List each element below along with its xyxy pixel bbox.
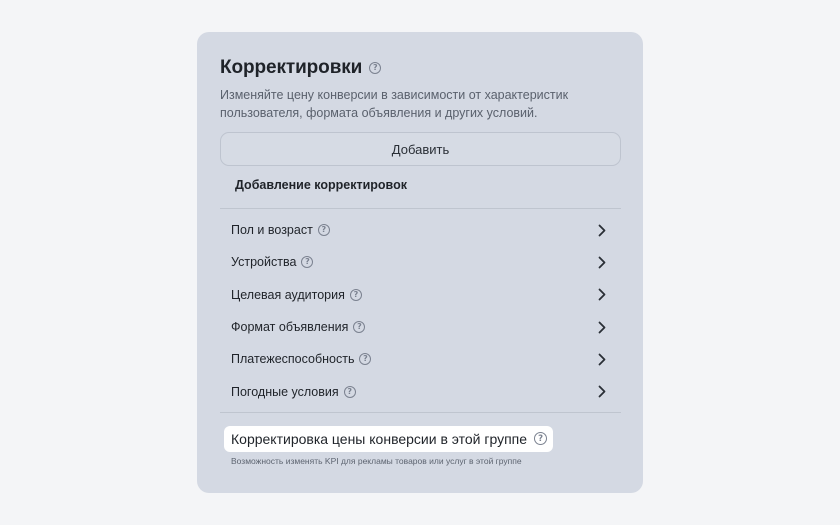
chevron-right-icon	[597, 320, 607, 334]
question-circle-icon[interactable]: ?	[534, 432, 548, 446]
adjustments-card: Корректировки ? Изменяйте цену конверсии…	[197, 32, 643, 493]
chevron-right-icon	[597, 288, 607, 302]
divider	[220, 411, 621, 413]
question-circle-icon[interactable]: ?	[317, 224, 330, 237]
chevron-right-icon	[597, 385, 607, 399]
list-item-label: Пол и возраст	[231, 223, 313, 238]
list-item-ad-format[interactable]: Формат объявления ?	[220, 311, 621, 343]
chevron-right-icon	[597, 223, 607, 237]
list-item-target-audience[interactable]: Целевая аудитория ?	[220, 279, 621, 311]
conversion-adjustment-note: Возможность изменять KPI для рекламы тов…	[231, 455, 522, 466]
list-item-label: Погодные условия	[231, 384, 339, 399]
question-circle-icon[interactable]: ?	[369, 62, 382, 74]
list-item-label: Устройства	[231, 255, 297, 270]
adjustments-list: Пол и возраст ? Устройства ? Целевая ауд…	[220, 209, 621, 408]
list-item-gender-age[interactable]: Пол и возраст ?	[220, 214, 621, 246]
chevron-right-icon	[597, 255, 607, 269]
card-description: Изменяйте цену конверсии в зависимости о…	[220, 88, 569, 120]
list-item-label: Целевая аудитория	[231, 287, 345, 302]
question-circle-icon[interactable]: ?	[349, 288, 362, 301]
title-row: Корректировки ?	[220, 56, 621, 80]
add-button[interactable]: Добавить	[220, 132, 621, 166]
section-title: Добавление корректировок	[235, 178, 407, 192]
question-circle-icon[interactable]: ?	[301, 256, 314, 269]
card-title: Корректировки	[220, 57, 363, 78]
list-item-label: Платежеспособность	[231, 352, 355, 367]
conversion-adjustment-label: Корректировка цены конверсии в этой груп…	[231, 430, 528, 447]
chevron-right-icon	[597, 352, 607, 366]
list-item-solvency[interactable]: Платежеспособность ?	[220, 343, 621, 375]
question-circle-icon[interactable]: ?	[359, 353, 372, 366]
conversion-adjustment-item[interactable]: Корректировка цены конверсии в этой груп…	[224, 425, 554, 452]
question-circle-icon[interactable]: ?	[353, 321, 366, 334]
list-item-label: Формат объявления	[231, 320, 349, 335]
list-item-weather[interactable]: Погодные условия ?	[220, 375, 621, 407]
list-item-devices[interactable]: Устройства ?	[220, 246, 621, 278]
question-circle-icon[interactable]: ?	[343, 385, 356, 398]
